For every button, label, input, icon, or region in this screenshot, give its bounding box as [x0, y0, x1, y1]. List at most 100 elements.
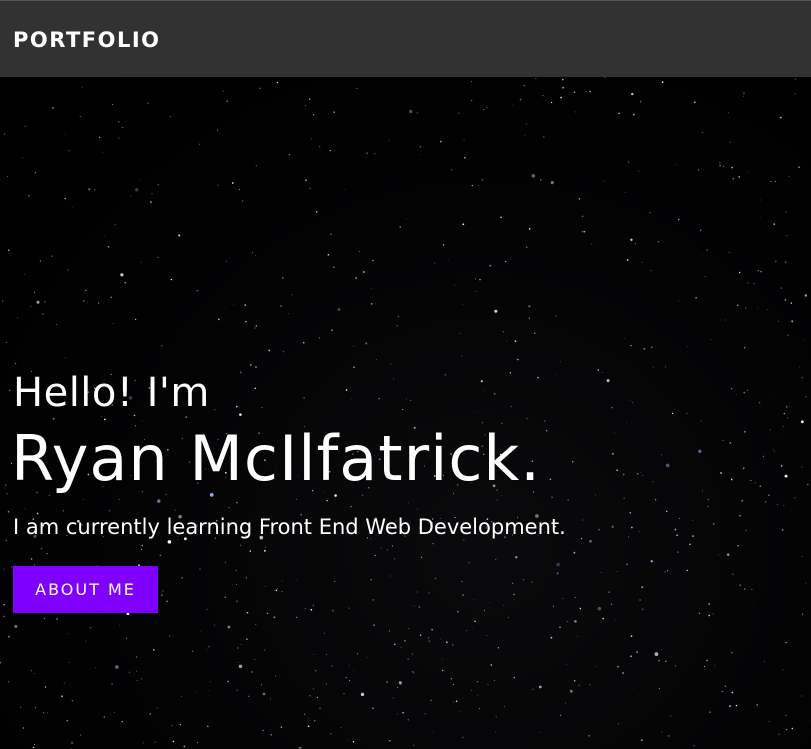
star [418, 606, 421, 608]
star [17, 317, 18, 319]
star [759, 485, 761, 487]
star [248, 695, 250, 697]
star [114, 224, 116, 226]
star [231, 182, 234, 184]
star [217, 129, 219, 131]
star [397, 315, 400, 318]
star [217, 184, 219, 186]
star [664, 571, 666, 573]
star [507, 617, 509, 618]
star [591, 243, 593, 245]
star [693, 101, 696, 104]
star [462, 304, 464, 305]
about-me-button[interactable]: ABOUT ME [13, 566, 158, 613]
star [641, 586, 643, 588]
star [312, 604, 315, 606]
star [264, 649, 266, 651]
star [245, 320, 247, 323]
star [157, 184, 159, 186]
star [94, 667, 96, 669]
star [3, 568, 5, 570]
star [470, 81, 472, 82]
star [43, 617, 46, 620]
star [531, 581, 533, 583]
star [676, 534, 678, 536]
star [562, 78, 564, 81]
star [33, 672, 35, 674]
star [782, 425, 784, 428]
star [302, 341, 305, 344]
star [722, 440, 724, 442]
star [567, 498, 569, 501]
star [525, 123, 527, 125]
star [236, 501, 238, 504]
star [254, 387, 257, 390]
star [407, 658, 409, 660]
star [528, 317, 531, 319]
star [732, 573, 734, 575]
star [393, 378, 395, 380]
star [281, 591, 283, 593]
star [0, 662, 1, 664]
brand-logo[interactable]: PORTFOLIO [13, 27, 161, 53]
star [738, 271, 741, 274]
star [375, 358, 377, 361]
star [5, 539, 7, 542]
star [374, 555, 376, 557]
star [142, 741, 145, 744]
star [313, 114, 315, 116]
star [731, 166, 734, 169]
star [550, 636, 553, 639]
star [112, 323, 114, 325]
star [479, 279, 481, 281]
star [291, 294, 293, 296]
star [298, 709, 300, 711]
star [452, 684, 454, 686]
star [178, 234, 181, 237]
star [770, 180, 772, 183]
star [93, 189, 96, 191]
star [448, 259, 449, 260]
star [535, 77, 537, 79]
star [785, 728, 788, 731]
star [112, 103, 113, 105]
star [334, 581, 336, 583]
star [769, 429, 771, 431]
star [496, 499, 498, 501]
star [746, 389, 748, 391]
star [457, 610, 459, 613]
star [326, 683, 328, 685]
star [235, 405, 238, 408]
star [650, 560, 653, 563]
star [614, 432, 615, 434]
star [404, 640, 406, 642]
star [729, 442, 731, 444]
star [760, 270, 762, 273]
star [280, 305, 282, 307]
star [330, 233, 332, 235]
star [431, 628, 433, 631]
star [493, 679, 495, 681]
star [532, 688, 534, 690]
star [706, 249, 708, 251]
star [299, 747, 302, 749]
star [560, 96, 562, 99]
star [640, 472, 641, 473]
star [701, 131, 703, 133]
star [391, 545, 393, 547]
star [225, 260, 227, 262]
star [61, 695, 63, 698]
star [416, 112, 418, 114]
star [183, 745, 186, 748]
star [615, 620, 616, 621]
star [698, 449, 702, 453]
star [626, 421, 627, 423]
star [313, 653, 315, 655]
star [781, 529, 784, 531]
star [677, 551, 679, 553]
star [416, 591, 418, 593]
star [118, 498, 120, 500]
star [649, 212, 651, 214]
star [710, 338, 712, 340]
star [274, 675, 276, 677]
